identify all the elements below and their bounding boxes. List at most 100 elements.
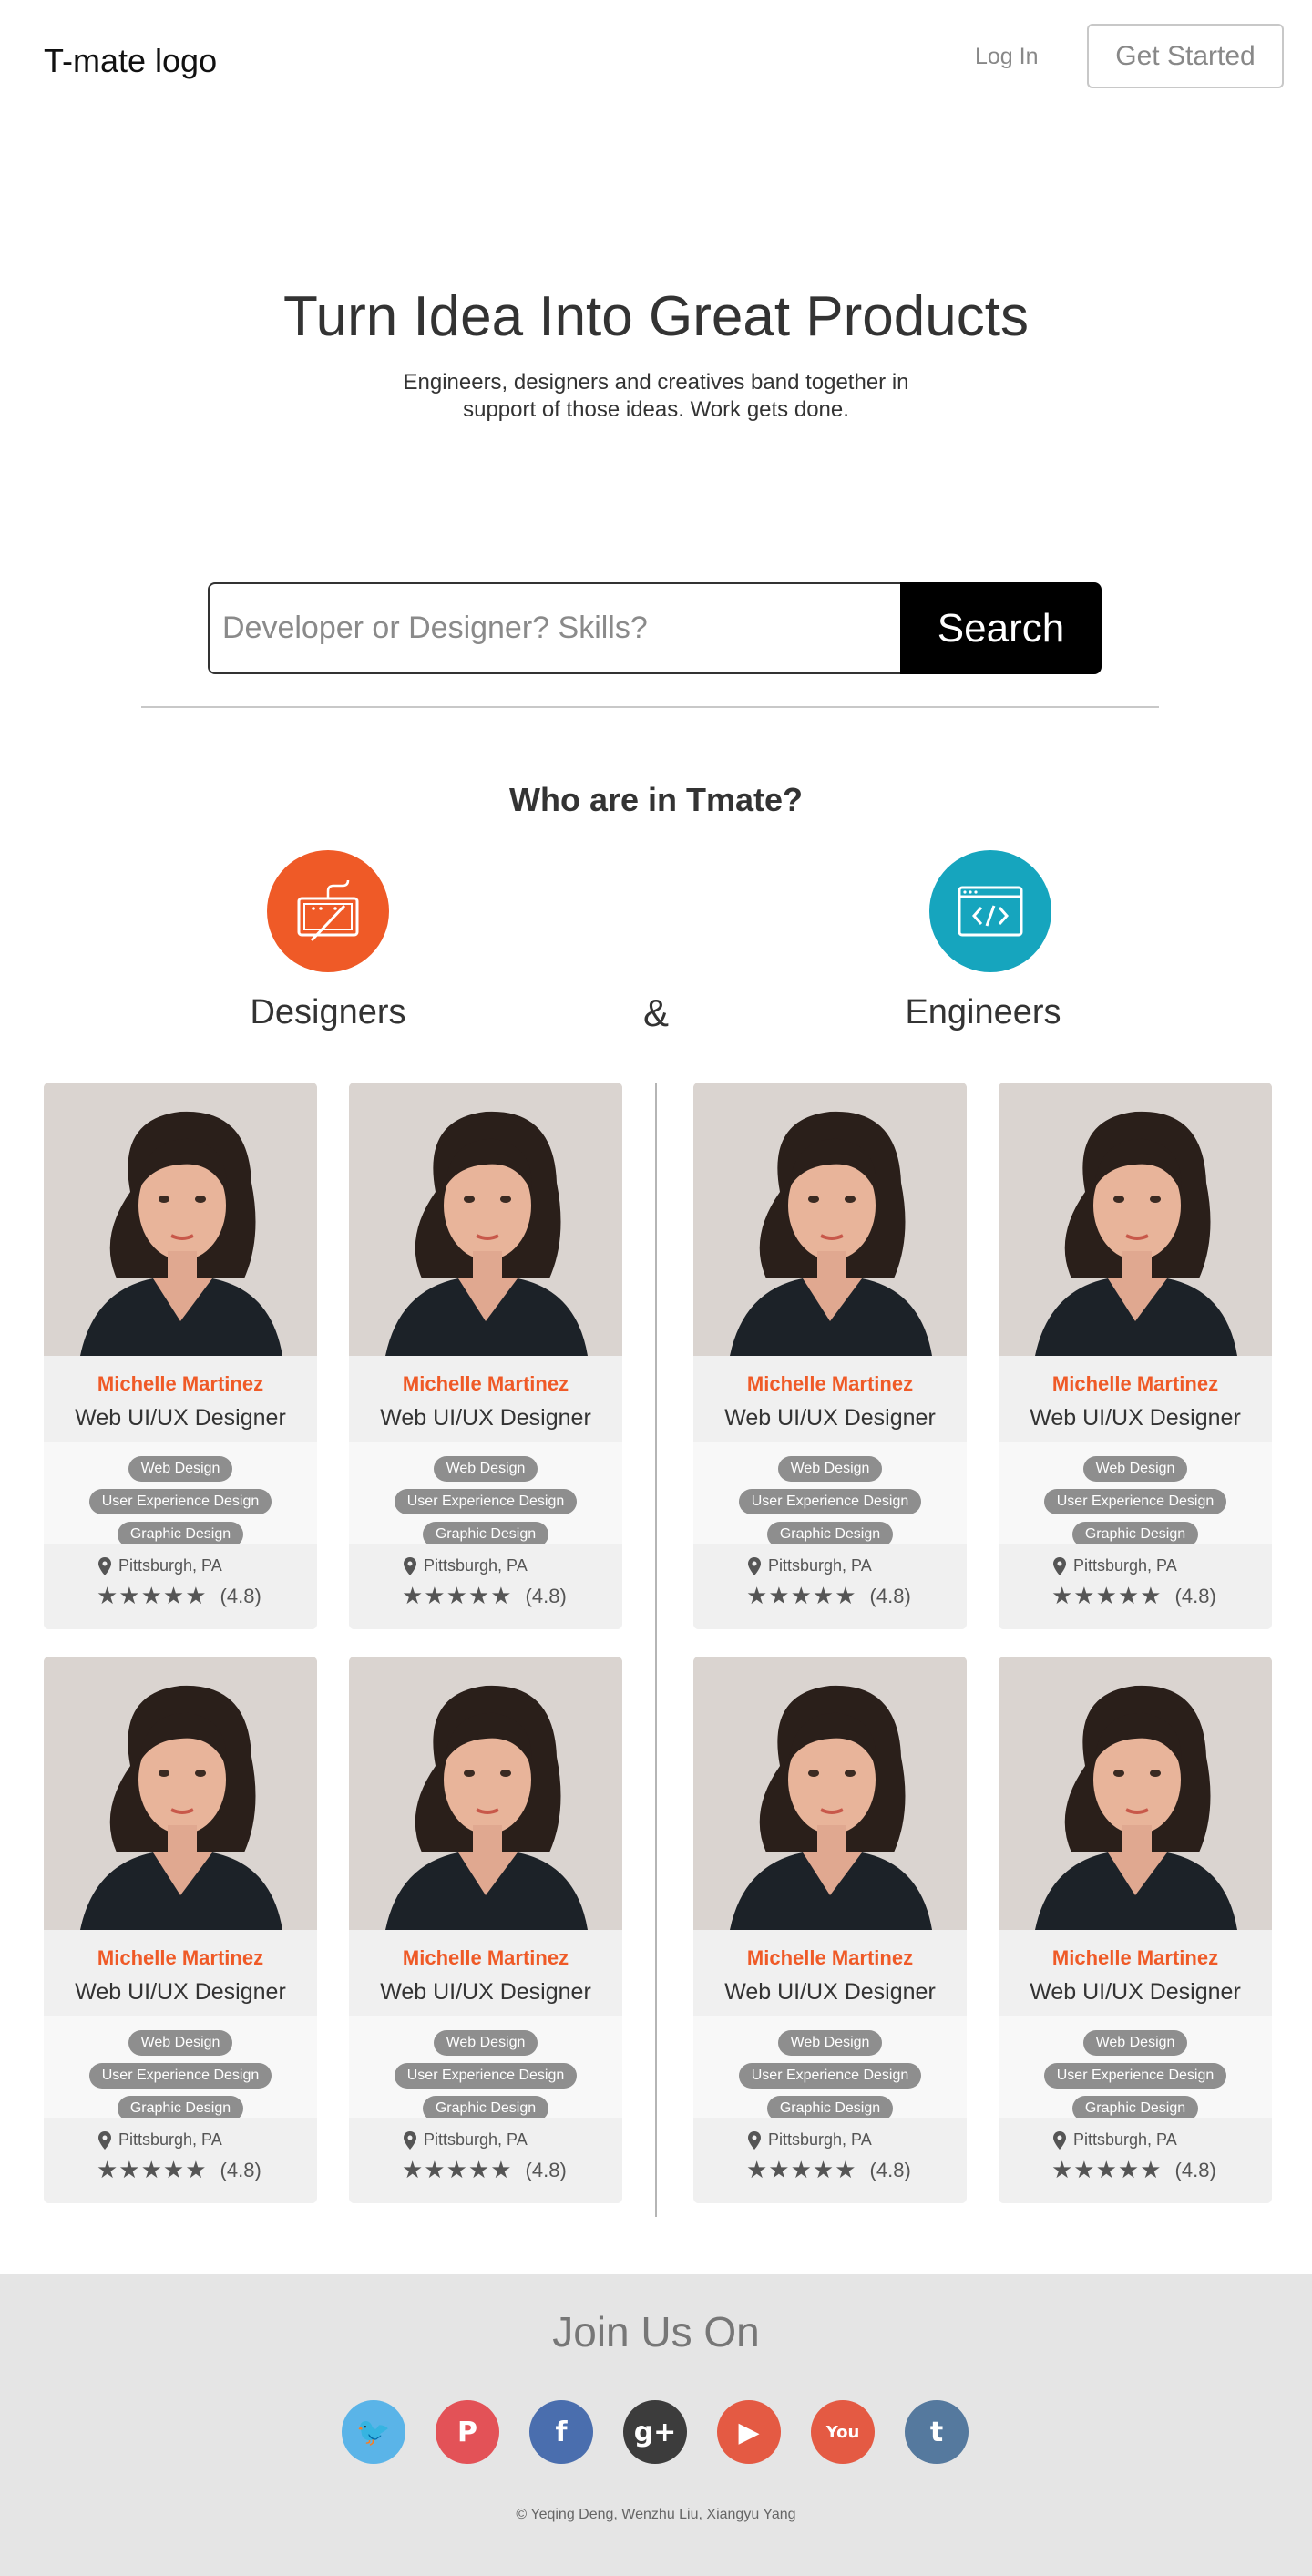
code-window-icon[interactable] — [929, 850, 1051, 972]
profile-photo[interactable] — [999, 1657, 1272, 1930]
skill-tag[interactable]: User Experience Design — [738, 1489, 922, 1514]
profile-location: Pittsburgh, PA — [1073, 1556, 1177, 1575]
profile-name[interactable]: Michelle Martinez — [693, 1946, 967, 1970]
profile-card[interactable]: Michelle Martinez Web UI/UX Designer Web D… — [693, 1657, 967, 2203]
skill-tag[interactable]: User Experience Design — [394, 2063, 578, 2089]
rating-value: (4.8) — [869, 2158, 911, 2181]
profile-location: Pittsburgh, PA — [424, 1556, 528, 1575]
star-rating-icon: ★★★★★ — [402, 1582, 513, 1609]
profile-location: Pittsburgh, PA — [768, 1556, 872, 1575]
skill-tags: Web Design User Experience Design Graphic … — [349, 1442, 622, 1547]
profile-name[interactable]: Michelle Martinez — [693, 1372, 967, 1396]
star-rating-icon: ★★★★★ — [402, 2156, 513, 2183]
profile-name[interactable]: Michelle Martinez — [44, 1372, 317, 1396]
profile-role: Web UI/UX Designer — [1030, 1405, 1241, 1431]
star-rating-icon: ★★★★★ — [97, 2156, 208, 2183]
profile-name[interactable]: Michelle Martinez — [349, 1372, 622, 1396]
star-rating-icon: ★★★★★ — [1051, 2156, 1163, 2183]
join-us-title: Join Us On — [552, 2308, 760, 2355]
location-pin-icon — [98, 1556, 111, 1575]
engineers-label[interactable]: Engineers — [846, 993, 1120, 1032]
facebook-icon[interactable]: f — [529, 2400, 593, 2464]
profile-card[interactable]: Michelle Martinez Web UI/UX Designer Web D… — [349, 1657, 622, 2203]
youtube-play-icon[interactable]: ▶ — [717, 2400, 781, 2464]
site-logo[interactable]: T-mate logo — [44, 42, 217, 80]
profile-role: Web UI/UX Designer — [1030, 1979, 1241, 2005]
profile-location: Pittsburgh, PA — [424, 2130, 528, 2149]
profile-name[interactable]: Michelle Martinez — [999, 1946, 1272, 1970]
profile-role: Web UI/UX Designer — [724, 1405, 936, 1431]
skill-tag[interactable]: Web Design — [777, 2030, 883, 2056]
profile-name[interactable]: Michelle Martinez — [44, 1946, 317, 1970]
youtube-logo-icon[interactable]: You — [811, 2400, 875, 2464]
profile-photo[interactable] — [44, 1657, 317, 1930]
rating-value: (4.8) — [1174, 2158, 1216, 2181]
skill-tags: Web Design User Experience Design Graphic … — [693, 2016, 967, 2121]
location-pin-icon — [748, 2130, 761, 2150]
search-button[interactable]: Search — [900, 582, 1102, 674]
profile-photo[interactable] — [693, 1083, 967, 1356]
profile-name[interactable]: Michelle Martinez — [999, 1372, 1272, 1396]
social-links: 🐦 Pf g+ ▶ You t — [342, 2400, 969, 2464]
location-pin-icon — [404, 1556, 416, 1575]
skill-tag[interactable]: Web Design — [433, 1456, 538, 1482]
skill-tag[interactable]: User Experience Design — [88, 1489, 272, 1514]
profile-role: Web UI/UX Designer — [380, 1979, 591, 2005]
profile-card[interactable]: Michelle Martinez Web UI/UX Designer Web D… — [44, 1657, 317, 2203]
profile-photo[interactable] — [349, 1083, 622, 1356]
rating-value: (4.8) — [220, 1584, 261, 1607]
skill-tag[interactable]: User Experience Design — [1043, 1489, 1227, 1514]
profile-card[interactable]: Michelle Martinez Web UI/UX Designer Web D… — [693, 1083, 967, 1629]
skill-tag[interactable]: Web Design — [1082, 2030, 1188, 2056]
hero-subtitle: Engineers, designers and creatives band … — [403, 370, 909, 422]
skill-tag[interactable]: User Experience Design — [738, 2063, 922, 2089]
star-rating-icon: ★★★★★ — [1051, 1582, 1163, 1609]
profile-card[interactable]: Michelle Martinez Web UI/UX Designer Web D… — [349, 1083, 622, 1629]
profile-photo[interactable] — [693, 1657, 967, 1930]
skill-tags: Web Design User Experience Design Graphic … — [999, 1442, 1272, 1547]
skill-tag[interactable]: Web Design — [433, 2030, 538, 2056]
skill-tags: Web Design User Experience Design Graphic … — [999, 2016, 1272, 2121]
profile-role: Web UI/UX Designer — [75, 1979, 286, 2005]
profile-role: Web UI/UX Designer — [724, 1979, 936, 2005]
profile-role: Web UI/UX Designer — [380, 1405, 591, 1431]
location-pin-icon — [98, 2130, 111, 2150]
rating-value: (4.8) — [869, 1584, 911, 1607]
profile-photo[interactable] — [999, 1083, 1272, 1356]
profile-location: Pittsburgh, PA — [118, 1556, 222, 1575]
design-tablet-icon[interactable] — [267, 850, 389, 972]
profile-location: Pittsburgh, PA — [1073, 2130, 1177, 2149]
column-divider — [655, 1083, 657, 2217]
skill-tag[interactable]: Web Design — [777, 1456, 883, 1482]
profile-location: Pittsburgh, PA — [118, 2130, 222, 2149]
location-pin-icon — [1053, 1556, 1066, 1575]
skill-tag[interactable]: Web Design — [128, 2030, 233, 2056]
profile-name[interactable]: Michelle Martinez — [349, 1946, 622, 1970]
google-plus-icon[interactable]: g+ — [623, 2400, 687, 2464]
profile-photo[interactable] — [44, 1083, 317, 1356]
designers-label[interactable]: Designers — [191, 993, 465, 1032]
skill-tags: Web Design User Experience Design Graphic … — [693, 1442, 967, 1547]
skill-tag[interactable]: Web Design — [128, 1456, 233, 1482]
skill-tag[interactable]: Web Design — [1082, 1456, 1188, 1482]
profile-card[interactable]: Michelle Martinez Web UI/UX Designer Web D… — [44, 1083, 317, 1629]
who-section-title: Who are in Tmate? — [508, 781, 804, 818]
copyright-text: © Yeqing Deng, Wenzhu Liu, Xiangyu Yang — [516, 2507, 796, 2522]
skill-tags: Web Design User Experience Design Graphic … — [44, 2016, 317, 2121]
skill-tag[interactable]: User Experience Design — [394, 1489, 578, 1514]
location-pin-icon — [404, 2130, 416, 2150]
rating-value: (4.8) — [220, 2158, 261, 2181]
login-link[interactable]: Log In — [975, 44, 1039, 70]
get-started-button[interactable]: Get Started — [1087, 24, 1284, 88]
profile-card[interactable]: Michelle Martinez Web UI/UX Designer Web D… — [999, 1657, 1272, 2203]
profile-card[interactable]: Michelle Martinez Web UI/UX Designer Web D… — [999, 1083, 1272, 1629]
skill-tag[interactable]: User Experience Design — [88, 2063, 272, 2089]
pinterest-icon[interactable]: P — [436, 2400, 499, 2464]
search-input[interactable] — [208, 582, 900, 674]
skill-tag[interactable]: User Experience Design — [1043, 2063, 1227, 2089]
twitter-icon[interactable]: 🐦 — [342, 2400, 405, 2464]
skill-tags: Web Design User Experience Design Graphic … — [349, 2016, 622, 2121]
profile-location: Pittsburgh, PA — [768, 2130, 872, 2149]
profile-photo[interactable] — [349, 1657, 622, 1930]
tumblr-icon[interactable]: t — [905, 2400, 969, 2464]
